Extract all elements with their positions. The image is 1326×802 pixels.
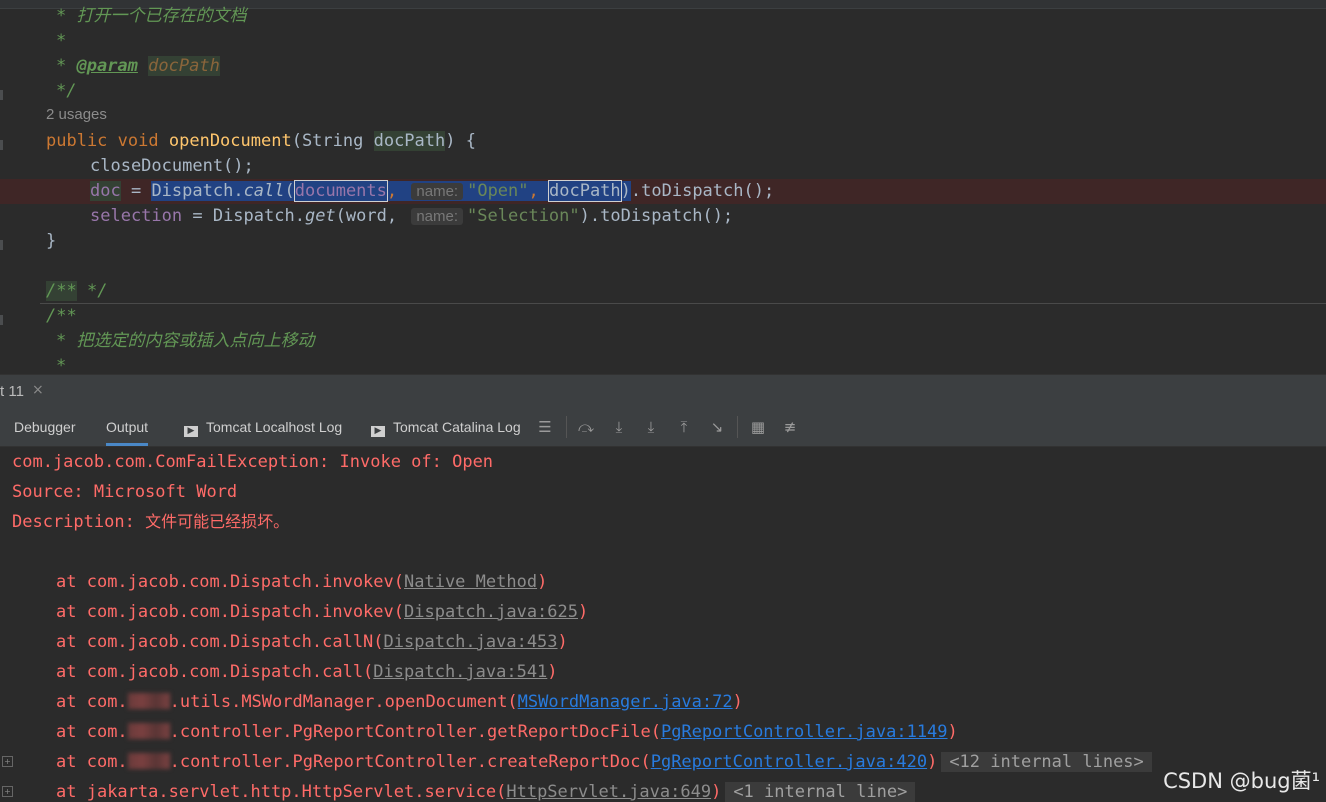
redacted-package (127, 753, 170, 769)
stack-trace-line: at com.jacob.com.Dispatch.invokev(Native… (56, 572, 548, 592)
table-icon[interactable]: ▦ (748, 417, 768, 437)
console-line: com.jacob.com.ComFailException: Invoke o… (12, 452, 494, 472)
tab-tomcat-localhost-log[interactable]: ▶ Tomcat Localhost Log (184, 408, 342, 446)
tab-output[interactable]: Output (106, 408, 149, 446)
code-line-empty-doc-comment: /** */ (46, 281, 108, 301)
stack-trace-line: at com.jacob.com.Dispatch.invokev(Dispat… (56, 602, 589, 622)
console-line: Source: Microsoft Word (12, 482, 238, 502)
run-tab-strip: t 11 × (0, 374, 1326, 410)
console-line: Description: 文件可能已经损坏。 (12, 512, 290, 532)
stack-trace-line: at com. .controller.PgReportController.ge… (56, 722, 958, 742)
tab-tomcat-catalina-log[interactable]: ▶ Tomcat Catalina Log (371, 408, 521, 446)
redacted-package (127, 693, 170, 709)
code-line-close-document: closeDocument(); (90, 156, 254, 176)
source-link[interactable]: Dispatch.java:541 (373, 662, 547, 682)
code-line-doc-comment: * 把选定的内容或插入点向上移动 (56, 331, 315, 351)
code-line-dispatch-call: doc = Dispatch.call(documents, name: "Ope… (90, 180, 775, 202)
code-editor[interactable]: * 打开一个已存在的文档 * * @param docPath */ 2 usa… (0, 0, 1326, 374)
debug-toolbar: Debugger Output ▶ Tomcat Localhost Log ▶ T… (0, 408, 1326, 447)
step-over-icon[interactable]: ⤼ (576, 417, 596, 437)
source-link[interactable]: HttpServlet.java:649 (506, 782, 711, 802)
toolbar-separator (737, 416, 738, 438)
param-hint: name: (411, 208, 464, 225)
close-icon[interactable]: × (32, 382, 44, 398)
run-to-cursor-icon[interactable]: ↘ (707, 417, 727, 437)
folded-lines-button[interactable]: <1 internal line> (725, 782, 916, 802)
param-hint: name: (411, 183, 464, 200)
stack-trace-line: at com. .controller.PgReportController.cr… (56, 747, 1152, 777)
code-line-doc-comment: * 打开一个已存在的文档 (56, 6, 247, 26)
step-out-icon[interactable]: ⤒ (674, 417, 694, 437)
method-separator (40, 303, 1326, 304)
expand-icon[interactable]: + (2, 756, 13, 767)
terminal-icon: ▶ (184, 426, 198, 437)
gutter-fold-marker[interactable] (0, 315, 3, 325)
code-line-doc-comment: * (56, 31, 67, 51)
folded-lines-button[interactable]: <12 internal lines> (941, 752, 1152, 772)
code-line-doc-comment-start: /** (46, 306, 77, 326)
code-line-method-signature: public void openDocument(String docPath)… (46, 131, 476, 151)
toolbar-separator (566, 416, 567, 438)
source-link[interactable]: Native Method (404, 572, 537, 592)
step-into-icon[interactable]: ⤓ (609, 417, 629, 437)
code-line-doc-comment-end: */ (56, 81, 77, 101)
stack-trace-line: at jakarta.servlet.http.HttpServlet.serv… (56, 777, 916, 802)
terminal-icon: ▶ (371, 426, 385, 437)
expand-icon[interactable]: + (2, 786, 13, 797)
console-output[interactable]: com.jacob.com.ComFailException: Invoke o… (0, 447, 1326, 802)
run-tab-title[interactable]: t 11 (0, 383, 24, 400)
gutter-fold-marker[interactable] (0, 140, 3, 150)
gutter-fold-marker[interactable] (0, 90, 3, 100)
code-line-doc-comment: * (56, 356, 67, 374)
source-link[interactable]: Dispatch.java:453 (384, 632, 558, 652)
force-step-into-icon[interactable]: ⤓ (641, 417, 661, 437)
tab-debugger[interactable]: Debugger (14, 408, 76, 446)
source-link[interactable]: Dispatch.java:625 (404, 602, 578, 622)
stack-trace-line: at com.jacob.com.Dispatch.callN(Dispatch… (56, 632, 568, 652)
code-line-param: * @param docPath (56, 56, 220, 76)
code-line-closing-brace: } (46, 231, 57, 251)
watermark: CSDN @bug菌¹ (1163, 769, 1320, 793)
source-link[interactable]: PgReportController.java:420 (651, 752, 927, 772)
redacted-package (127, 723, 170, 739)
code-line-selection: selection = Dispatch.get(word, name: "Sel… (90, 206, 734, 226)
source-link[interactable]: MSWordManager.java:72 (518, 692, 733, 712)
stack-trace-line: at com. .utils.MSWordManager.openDocument… (56, 692, 743, 712)
source-link[interactable]: PgReportController.java:1149 (661, 722, 948, 742)
stack-trace-line: at com.jacob.com.Dispatch.call(Dispatch.… (56, 662, 558, 682)
usages-hint[interactable]: 2 usages (46, 106, 107, 123)
menu-icon[interactable]: ☰ (535, 417, 555, 437)
settings-icon[interactable]: ≢ (780, 417, 800, 437)
gutter-fold-marker[interactable] (0, 240, 3, 250)
